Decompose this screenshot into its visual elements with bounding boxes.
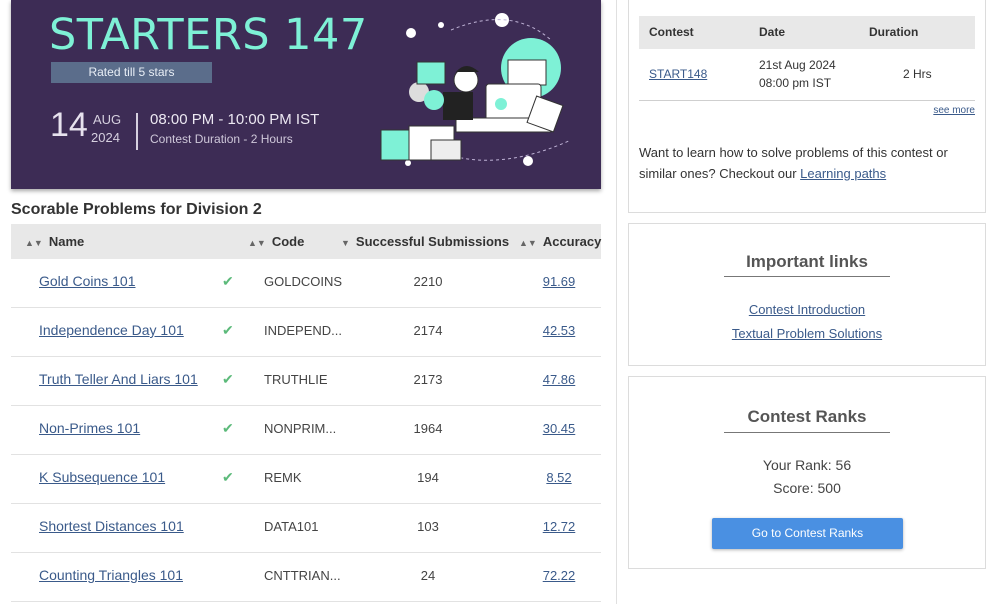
next-contest-duration: 2 Hrs [903, 67, 932, 81]
important-links-panel: Important links Contest Introduction Tex… [628, 223, 986, 366]
header-code[interactable]: ▲▼ Code [248, 224, 304, 259]
problem-code: CNTTRIAN... [264, 568, 341, 583]
contest-ranks-panel: Contest Ranks Your Rank: 56 Score: 500 G… [628, 376, 986, 569]
header-accuracy[interactable]: ▲▼ Accuracy [519, 224, 601, 259]
go-to-contest-ranks-button[interactable]: Go to Contest Ranks [712, 518, 903, 549]
learning-text: Want to learn how to solve problems of t… [639, 145, 948, 181]
column-divider [616, 0, 617, 604]
next-contest-date: 21st Aug 2024 [759, 58, 836, 72]
successful-submissions: 2173 [413, 372, 443, 387]
accuracy-link[interactable]: 8.52 [529, 455, 589, 503]
learning-paths-link[interactable]: Learning paths [800, 166, 886, 181]
table-row: K Subsequence 101 ✔ REMK 194 8.52 [11, 455, 601, 504]
check-icon: ✔ [222, 420, 234, 436]
next-contest-table: Contest Date Duration START148 21st Aug … [639, 16, 975, 101]
sort-icon[interactable]: ▲▼ [519, 238, 537, 248]
table-row: Truth Teller And Liars 101 ✔ TRUTHLIE 21… [11, 357, 601, 406]
successful-submissions: 103 [417, 519, 439, 534]
table-row: Gold Coins 101 ✔ GOLDCOINS 2210 91.69 [11, 259, 601, 308]
score: Score: 500 [773, 480, 841, 496]
successful-submissions: 1964 [413, 421, 443, 436]
successful-submissions: 2174 [413, 323, 443, 338]
header-date: Date [759, 25, 786, 39]
sort-icon[interactable]: ▲▼ [25, 238, 43, 248]
header-contest: Contest [649, 25, 694, 39]
problem-code: REMK [264, 470, 302, 485]
next-contest-panel: Contest Date Duration START148 21st Aug … [628, 0, 986, 213]
contest-month: AUG [93, 112, 122, 127]
check-icon: ✔ [222, 273, 234, 289]
rated-badge: Rated till 5 stars [51, 62, 212, 83]
problem-code: NONPRIM... [264, 421, 337, 436]
successful-submissions: 194 [417, 470, 439, 485]
see-more-link[interactable]: see more [933, 105, 975, 116]
check-icon: ✔ [222, 322, 234, 338]
problem-name-link[interactable]: Truth Teller And Liars 101 [39, 357, 198, 405]
accuracy-link[interactable]: 12.72 [529, 504, 589, 552]
header-submissions[interactable]: ▼ Successful Submissions [341, 224, 509, 259]
check-icon: ✔ [222, 371, 234, 387]
accuracy-link[interactable]: 30.45 [529, 406, 589, 454]
accuracy-link[interactable]: 47.86 [529, 357, 589, 405]
problem-code: GOLDCOINS [264, 274, 343, 289]
title-rule [724, 276, 890, 277]
header-name[interactable]: ▲▼ Name [25, 224, 84, 259]
next-contest-header: Contest Date Duration [639, 16, 975, 49]
accuracy-link[interactable]: 72.22 [529, 553, 589, 601]
problem-code: TRUTHLIE [264, 372, 328, 387]
table-row: Independence Day 101 ✔ INDEPEND... 2174 … [11, 308, 601, 357]
problem-code: DATA101 [264, 519, 319, 534]
contest-ranks-title: Contest Ranks [747, 407, 867, 426]
accuracy-link[interactable]: 42.53 [529, 308, 589, 356]
problem-name-link[interactable]: K Subsequence 101 [39, 455, 165, 503]
problem-name-link[interactable]: Gold Coins 101 [39, 259, 136, 307]
contest-banner: STARTERS 147 Rated till 5 stars 14 AUG 2… [11, 0, 601, 189]
contest-duration: Contest Duration - 2 Hours [150, 132, 293, 146]
table-row: Counting Triangles 101 CNTTRIAN... 24 72… [11, 553, 601, 602]
problems-heading: Scorable Problems for Division 2 [11, 201, 262, 218]
next-contest-time: 08:00 pm IST [759, 76, 832, 90]
problems-table: ▲▼ Name ▲▼ Code ▼ Successful Submissions ▲▼… [11, 224, 601, 602]
successful-submissions: 24 [420, 568, 436, 583]
title-rule [724, 432, 890, 433]
table-row: Non-Primes 101 ✔ NONPRIM... 1964 30.45 [11, 406, 601, 455]
successful-submissions: 2210 [413, 274, 443, 289]
sort-icon[interactable]: ▲▼ [248, 238, 266, 248]
table-header: ▲▼ Name ▲▼ Code ▼ Successful Submissions ▲▼… [11, 224, 601, 259]
accuracy-link[interactable]: 91.69 [529, 259, 589, 307]
header-duration: Duration [869, 25, 919, 39]
table-row: Shortest Distances 101 DATA101 103 12.72 [11, 504, 601, 553]
contest-year: 2024 [91, 130, 120, 145]
contest-title: STARTERS 147 [49, 10, 368, 60]
textual-solutions-link[interactable]: Textual Problem Solutions [629, 326, 985, 341]
problem-code: INDEPEND... [264, 323, 343, 338]
your-rank: Your Rank: 56 [762, 457, 852, 473]
next-contest-link[interactable]: START148 [649, 67, 707, 81]
check-icon: ✔ [222, 469, 234, 485]
contest-introduction-link[interactable]: Contest Introduction [629, 302, 985, 317]
contest-time: 08:00 PM - 10:00 PM IST [150, 111, 320, 128]
next-contest-row: START148 21st Aug 2024 08:00 pm IST 2 Hr… [639, 49, 975, 101]
important-links-title: Important links [746, 252, 868, 271]
problem-name-link[interactable]: Shortest Distances 101 [39, 504, 184, 552]
contest-day: 14 [50, 106, 88, 144]
date-separator [136, 113, 138, 150]
problem-name-link[interactable]: Counting Triangles 101 [39, 553, 183, 601]
problem-name-link[interactable]: Non-Primes 101 [39, 406, 140, 454]
problem-name-link[interactable]: Independence Day 101 [39, 308, 184, 356]
sort-down-icon[interactable]: ▼ [341, 238, 350, 248]
